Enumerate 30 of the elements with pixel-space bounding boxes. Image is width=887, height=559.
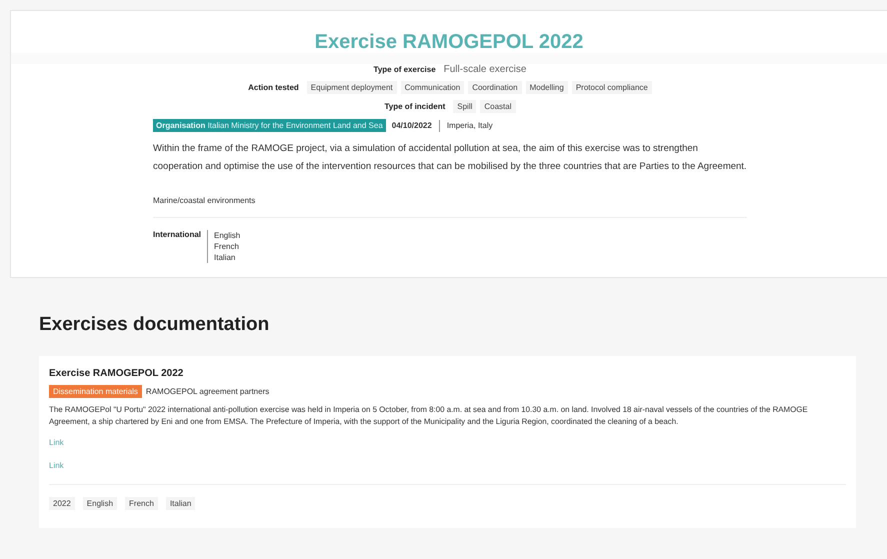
link[interactable]: Link — [49, 438, 846, 447]
section-heading: Exercises documentation — [39, 314, 270, 336]
language: English — [214, 230, 240, 241]
field-label: Type of incident — [384, 102, 446, 111]
tag: Italian — [166, 497, 196, 510]
tag: Spill — [453, 100, 476, 113]
tag: English — [82, 497, 118, 510]
tag: Protocol compliance — [572, 81, 652, 94]
language: Italian — [214, 252, 236, 263]
category-badge: Dissemination materials — [49, 385, 142, 398]
field-label: Action tested — [248, 83, 299, 92]
tag: Communication — [400, 81, 464, 94]
description: Within the frame of the RAMOGE project, via a simulation of accidental pollution at sea, the aim of this exercise was to strengthen cooperation and optimise the use of the intervention resources that can be mobilised by the three countries that are Parties to the Agreement. — [153, 142, 747, 174]
location: Imperia, Italy — [446, 121, 493, 130]
tag: 2022 — [49, 497, 75, 510]
tag: Coordination — [468, 81, 522, 94]
date: 04/10/2022 — [392, 121, 432, 130]
environment-text: Marine/coastal environments — [153, 196, 256, 205]
tag: Coastal — [480, 100, 516, 113]
tag: Equipment deployment — [306, 81, 397, 94]
document-source: RAMOGEPOL agreement partners — [146, 387, 270, 396]
scope-label: International — [153, 230, 202, 239]
field-value: Full-scale exercise — [444, 64, 526, 75]
tag: Modelling — [526, 81, 568, 94]
tag: French — [125, 497, 158, 510]
field-label: Type of exercise — [374, 65, 436, 74]
document-title: Exercise RAMOGEPOL 2022 — [49, 368, 184, 379]
organisation-badge: Organisation Italian Ministry for the Environment Land and Sea — [153, 119, 386, 132]
language: French — [214, 241, 240, 252]
link[interactable]: Link — [49, 461, 846, 470]
